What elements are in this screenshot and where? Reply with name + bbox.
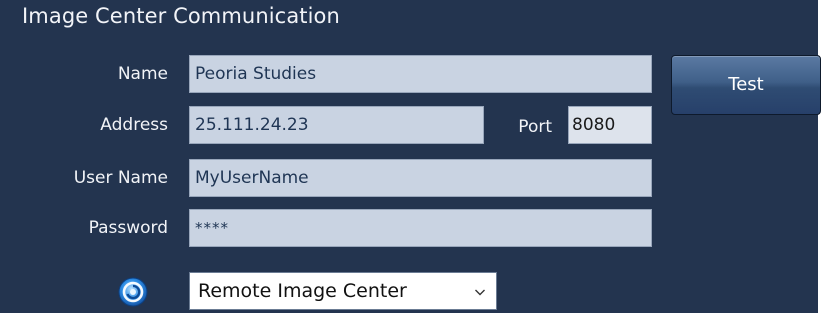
port-label: Port [518,117,552,137]
name-field[interactable]: Peoria Studies [189,55,652,93]
address-field[interactable]: 25.111.24.23 [189,106,484,144]
server-type-selected-value: Remote Image Center [198,280,407,302]
panel-title: Image Center Communication [22,4,340,28]
port-field[interactable]: 8080 [568,106,652,144]
username-label: User Name [73,168,168,188]
username-field[interactable]: MyUserName [189,159,652,197]
password-label: Password [88,218,168,238]
name-label: Name [117,64,168,84]
image-center-communication-panel: Image Center Communication Name Peoria S… [0,0,821,313]
test-button[interactable]: Test [671,55,821,115]
server-type-select[interactable]: Remote Image Center [189,272,497,310]
chevron-down-icon [475,289,485,296]
password-field[interactable]: **** [189,209,652,247]
server-swirl-icon [118,277,148,307]
address-label: Address [100,115,168,135]
